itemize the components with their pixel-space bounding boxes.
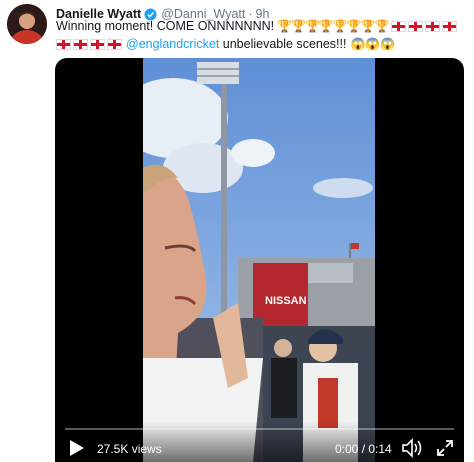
england-flag-icon (390, 20, 406, 32)
tweet-text: Winning moment! COME ONNNNNNN! 🏆🏆🏆🏆🏆🏆🏆🏆 … (56, 17, 466, 53)
scoreboard-text: NISSAN (265, 295, 307, 307)
england-flag-icon (56, 38, 71, 50)
england-flag-icon (73, 38, 88, 50)
england-flags-group-2 (56, 38, 122, 50)
progress-bar[interactable] (65, 428, 454, 430)
trophy-emojis: 🏆🏆🏆🏆🏆🏆🏆🏆 (277, 19, 390, 33)
england-flag-icon (407, 20, 423, 32)
stadium-scene-image: NISSAN (143, 58, 375, 462)
video-timecode: 0:00 / 0:14 (335, 442, 392, 456)
view-count: 27.5K views (97, 442, 162, 456)
england-flag-icon (90, 38, 105, 50)
england-flag-icon (107, 38, 122, 50)
video-frame[interactable]: NISSAN (143, 58, 375, 462)
scared-emojis: 😱😱😱 (350, 37, 396, 51)
avatar-photo-icon (7, 4, 47, 44)
mention-link[interactable]: @englandcricket (126, 35, 219, 53)
tweet-text-line-1: Winning moment! COME ONNNNNNN! 🏆🏆🏆🏆🏆🏆🏆🏆 (56, 17, 466, 35)
avatar[interactable] (7, 4, 47, 44)
tweet-text-content: Winning moment! COME ONNNNNNN! (56, 19, 275, 33)
video-controls: 27.5K views 0:00 / 0:14 (55, 422, 464, 462)
england-flags-group-1 (390, 20, 457, 32)
tweet-text-continuation: unbelievable scenes!!! (219, 37, 347, 51)
fullscreen-icon[interactable] (436, 439, 454, 457)
england-flag-icon (424, 20, 440, 32)
video-player[interactable]: NISSAN 27.5K views 0:00 / 0:14 (55, 58, 464, 462)
play-icon[interactable] (69, 439, 85, 457)
tweet-text-line-2: @englandcricket unbelievable scenes!!! 😱… (56, 35, 466, 53)
volume-icon[interactable] (402, 438, 424, 458)
england-flag-icon (441, 20, 457, 32)
